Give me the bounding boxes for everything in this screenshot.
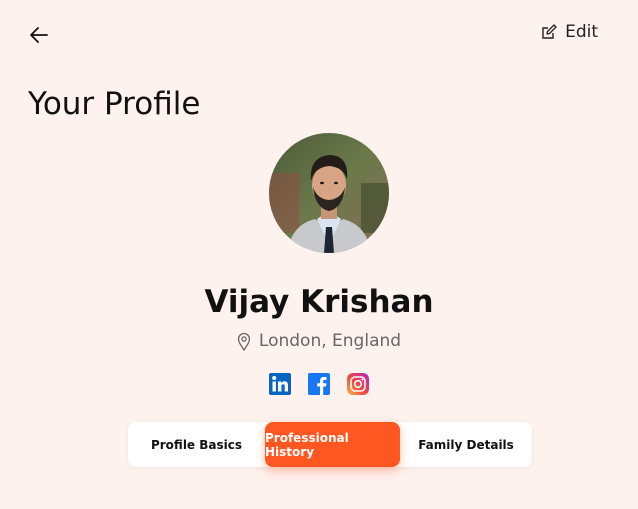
edit-label: Edit bbox=[565, 22, 598, 42]
back-button[interactable] bbox=[28, 24, 50, 46]
edit-button[interactable]: Edit bbox=[541, 22, 598, 42]
instagram-icon bbox=[347, 373, 369, 395]
page-title: Your Profile bbox=[28, 86, 201, 122]
arrow-left-icon bbox=[30, 27, 48, 43]
location: London, England bbox=[0, 331, 638, 351]
social-links bbox=[0, 373, 638, 395]
tab-family-details[interactable]: Family Details bbox=[400, 422, 532, 467]
avatar-image bbox=[269, 133, 389, 253]
facebook-icon bbox=[308, 373, 330, 395]
location-pin-icon bbox=[237, 332, 251, 351]
user-name: Vijay Krishan bbox=[204, 284, 434, 320]
facebook-button[interactable] bbox=[308, 373, 330, 395]
edit-icon bbox=[542, 24, 557, 39]
avatar bbox=[269, 133, 389, 253]
profile-tabs: Profile Basics Professional History Fami… bbox=[128, 422, 532, 467]
linkedin-icon bbox=[269, 373, 291, 395]
tab-profile-basics[interactable]: Profile Basics bbox=[128, 422, 265, 467]
location-text: London, England bbox=[258, 331, 402, 351]
instagram-button[interactable] bbox=[347, 373, 369, 395]
tab-professional-history[interactable]: Professional History bbox=[265, 422, 400, 467]
linkedin-button[interactable] bbox=[269, 373, 291, 395]
